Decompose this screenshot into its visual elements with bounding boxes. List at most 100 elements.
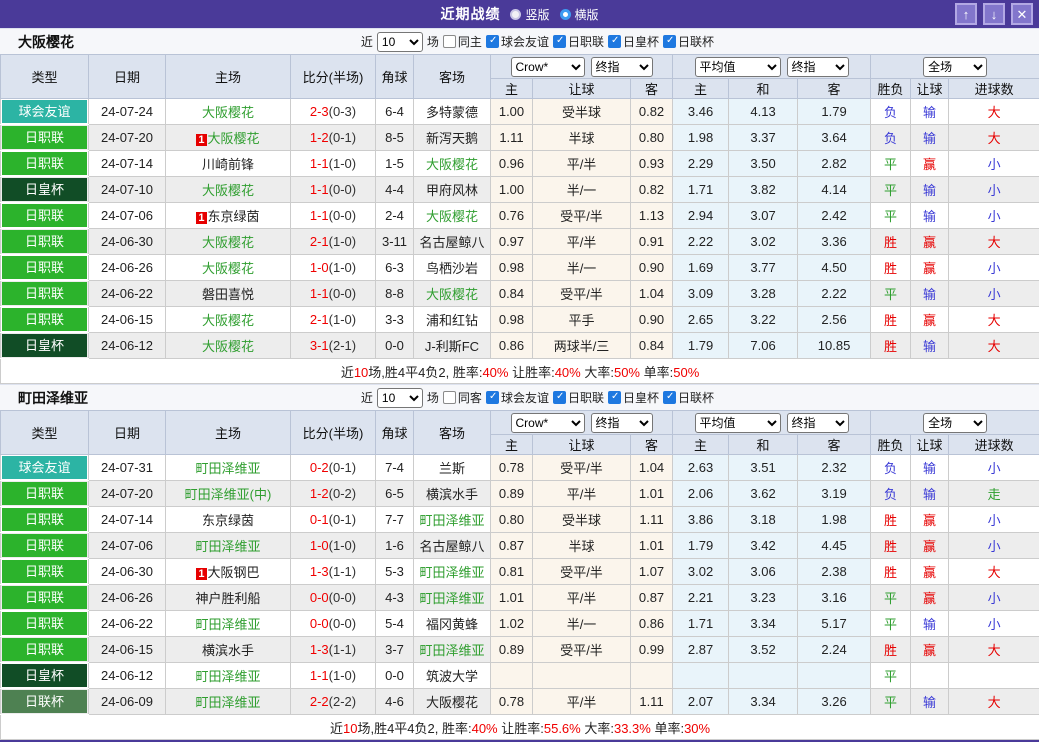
checkbox-checked-icon[interactable] — [663, 391, 676, 404]
checkbox-checked-icon[interactable] — [553, 35, 566, 48]
team-link[interactable]: 磐田喜悦 — [202, 287, 254, 302]
team-link[interactable]: 大阪樱花 — [426, 695, 478, 710]
team-link[interactable]: 甲府风林 — [426, 183, 478, 198]
team-link[interactable]: 大阪樱花 — [202, 105, 254, 120]
team-link[interactable]: 町田泽维亚(中) — [185, 487, 272, 502]
team-link[interactable]: 横滨水手 — [202, 643, 254, 658]
avg-company-select[interactable]: 平均值 — [695, 57, 781, 77]
team-link[interactable]: 町田泽维亚 — [195, 617, 260, 632]
close-button[interactable]: ✕ — [1011, 3, 1033, 25]
team-link[interactable]: 大阪樱花 — [426, 287, 478, 302]
result-goals-cell: 小 — [949, 203, 1039, 229]
avg-home-cell: 1.69 — [673, 255, 729, 281]
odds-away-cell: 0.86 — [631, 611, 673, 637]
avg-home-cell: 2.06 — [673, 481, 729, 507]
team-link[interactable]: 名古屋鲸八 — [419, 235, 484, 250]
summary-stat-value: 50% — [614, 365, 640, 380]
team-link[interactable]: 町田泽维亚 — [419, 565, 484, 580]
layout-vertical-radio[interactable]: 竖版 — [510, 6, 549, 23]
team-link[interactable]: 横滨水手 — [426, 487, 478, 502]
team-link[interactable]: 名古屋鲸八 — [419, 539, 484, 554]
scope-select[interactable]: 全场 — [923, 413, 987, 433]
avg-away-cell: 4.45 — [798, 533, 871, 559]
scope-select[interactable]: 全场 — [923, 57, 987, 77]
league-filter[interactable]: 球会友谊 — [486, 33, 549, 50]
layout-horizontal-radio[interactable]: 横版 — [560, 6, 599, 23]
move-up-button[interactable]: ↑ — [955, 3, 977, 25]
score-cell: 1-1(1-0) — [291, 151, 376, 177]
team-link[interactable]: 大阪钢巴 — [208, 565, 260, 580]
team-link[interactable]: 大阪樱花 — [202, 261, 254, 276]
league-filter[interactable]: 日皇杯 — [608, 33, 659, 50]
checkbox-unchecked-icon[interactable] — [443, 391, 456, 404]
team-link[interactable]: 兰斯 — [439, 461, 465, 476]
checkbox-checked-icon[interactable] — [553, 391, 566, 404]
team-link[interactable]: 町田泽维亚 — [195, 461, 260, 476]
half-time-score: (2-1) — [329, 338, 356, 353]
odds-company-select[interactable]: Crow* — [511, 413, 585, 433]
odds-stage-select[interactable]: 终指 — [591, 413, 653, 433]
odds-home-cell: 0.87 — [491, 533, 533, 559]
team-link[interactable]: 大阪樱花 — [426, 209, 478, 224]
team-link[interactable]: 新泻天鹅 — [426, 131, 478, 146]
match-row: 日职联24-06-15大阪樱花2-1(1-0)3-3浦和红钻0.98平手0.90… — [1, 307, 1039, 333]
odds-home-cell: 0.78 — [491, 455, 533, 481]
match-count-select[interactable]: 10 — [377, 388, 423, 408]
league-filter[interactable]: 日职联 — [553, 33, 604, 50]
team-link[interactable]: 鸟栖沙岩 — [426, 261, 478, 276]
avg-company-select[interactable]: 平均值 — [695, 413, 781, 433]
avg-stage-select[interactable]: 终指 — [787, 57, 849, 77]
team-link[interactable]: 东京绿茵 — [208, 209, 260, 224]
league-filter[interactable]: 日联杯 — [663, 389, 714, 406]
checkbox-checked-icon[interactable] — [663, 35, 676, 48]
same-venue-filter[interactable]: 同主 — [443, 33, 482, 50]
checkbox-checked-icon[interactable] — [608, 391, 621, 404]
team-link[interactable]: 川崎前锋 — [202, 157, 254, 172]
team-link[interactable]: 町田泽维亚 — [195, 669, 260, 684]
team-link[interactable]: 町田泽维亚 — [195, 539, 260, 554]
team-link[interactable]: 大阪樱花 — [202, 183, 254, 198]
radio-selected-icon[interactable] — [510, 9, 521, 20]
match-type-cell: 球会友谊 — [1, 455, 89, 481]
radio-unselected-icon[interactable] — [560, 9, 571, 20]
checkbox-unchecked-icon[interactable] — [443, 35, 456, 48]
team-link[interactable]: 町田泽维亚 — [419, 591, 484, 606]
odds-company-select[interactable]: Crow* — [511, 57, 585, 77]
team-link[interactable]: 多特蒙德 — [426, 105, 478, 120]
checkbox-checked-icon[interactable] — [486, 35, 499, 48]
team-link[interactable]: 筑波大学 — [426, 669, 478, 684]
league-filter[interactable]: 日皇杯 — [608, 389, 659, 406]
team-link[interactable]: 大阪樱花 — [202, 235, 254, 250]
result-handicap-cell: 输 — [911, 455, 949, 481]
avg-away-cell: 2.56 — [798, 307, 871, 333]
team-link[interactable]: 神户胜利船 — [195, 591, 260, 606]
odds-stage-select[interactable]: 终指 — [591, 57, 653, 77]
team-link[interactable]: 大阪樱花 — [202, 313, 254, 328]
team-link[interactable]: 大阪樱花 — [208, 131, 260, 146]
same-venue-filter[interactable]: 同客 — [443, 389, 482, 406]
avg-draw-cell: 3.02 — [729, 229, 798, 255]
team-link[interactable]: 町田泽维亚 — [419, 513, 484, 528]
team-link[interactable]: 浦和红钻 — [426, 313, 478, 328]
checkbox-checked-icon[interactable] — [486, 391, 499, 404]
team-link[interactable]: 福冈黄蜂 — [426, 617, 478, 632]
team-link[interactable]: 大阪樱花 — [202, 339, 254, 354]
team-link[interactable]: 町田泽维亚 — [195, 695, 260, 710]
home-team-cell: 横滨水手 — [166, 637, 291, 663]
home-team-cell: 大阪樱花 — [166, 307, 291, 333]
checkbox-checked-icon[interactable] — [608, 35, 621, 48]
team-link[interactable]: J-利斯FC — [425, 339, 479, 354]
odds-away-cell: 1.13 — [631, 203, 673, 229]
team-link[interactable]: 东京绿茵 — [202, 513, 254, 528]
avg-away-cell: 5.17 — [798, 611, 871, 637]
avg-home-cell: 1.79 — [673, 333, 729, 359]
team-link[interactable]: 大阪樱花 — [426, 157, 478, 172]
league-filter[interactable]: 日联杯 — [663, 33, 714, 50]
league-filter[interactable]: 日职联 — [553, 389, 604, 406]
avg-draw-cell: 3.06 — [729, 559, 798, 585]
avg-stage-select[interactable]: 终指 — [787, 413, 849, 433]
team-link[interactable]: 町田泽维亚 — [419, 643, 484, 658]
move-down-button[interactable]: ↓ — [983, 3, 1005, 25]
league-filter[interactable]: 球会友谊 — [486, 389, 549, 406]
match-count-select[interactable]: 10 — [377, 32, 423, 52]
